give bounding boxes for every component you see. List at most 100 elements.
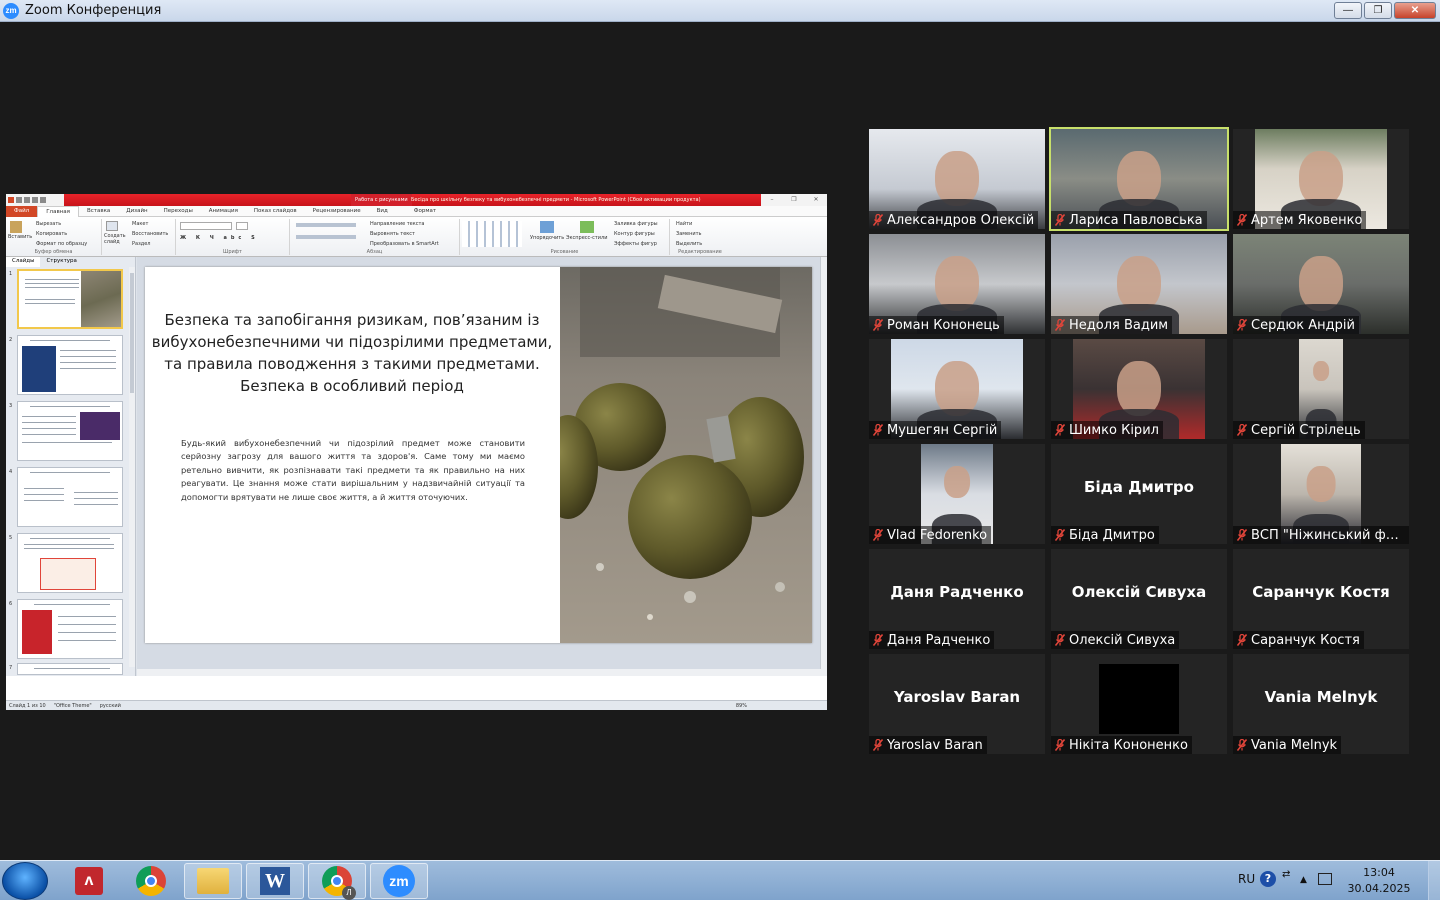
slide-horizontal-scrollbar[interactable] (137, 669, 827, 676)
tab-outline[interactable]: Структура (40, 257, 82, 267)
slide-thumbnail[interactable] (17, 599, 123, 659)
muted-mic-icon (1237, 424, 1247, 436)
show-desktop-button[interactable] (1428, 861, 1440, 900)
participant-tile[interactable]: Артем Яковенко (1233, 129, 1409, 229)
participant-name: Недоля Вадим (1069, 317, 1169, 333)
show-hidden-icons-icon[interactable]: ▲ (1300, 875, 1307, 885)
find-button[interactable]: Найти (676, 221, 692, 227)
grenades-photo[interactable] (560, 267, 812, 643)
tab-design[interactable]: Дизайн (118, 208, 155, 214)
current-slide[interactable]: Безпека та запобігання ризикам, пов’язан… (145, 267, 812, 643)
tab-transitions[interactable]: Переходы (156, 208, 201, 214)
muted-mic-icon (873, 424, 883, 436)
participant-tile[interactable]: Нікіта Кононенко (1051, 654, 1227, 754)
align-text-button[interactable]: Выровнять текст (370, 231, 415, 237)
ppt-close-button[interactable]: ✕ (805, 194, 827, 206)
start-button[interactable] (2, 862, 48, 900)
participant-tile[interactable]: Даня Радченко Даня Радченко (869, 549, 1045, 649)
slide-thumbnail[interactable] (17, 663, 123, 675)
cut-button[interactable]: Вырезать (36, 221, 61, 227)
participant-tile[interactable]: Біда Дмитро Біда Дмитро (1051, 444, 1227, 544)
ppt-maximize-button[interactable]: ❐ (783, 194, 805, 206)
new-slide-button[interactable]: Создать слайд (104, 233, 126, 245)
participant-tile[interactable]: Сердюк Андрій (1233, 234, 1409, 334)
chrome-icon[interactable] (122, 863, 180, 899)
acrobat-icon[interactable]: ᴧ (60, 863, 118, 899)
replace-button[interactable]: Заменить (676, 231, 702, 237)
smartart-button[interactable]: Преобразовать в SmartArt (370, 241, 439, 247)
tab-home[interactable]: Главная (37, 205, 79, 217)
clock[interactable]: 13:04 30.04.2025 (1344, 865, 1414, 897)
chrome-profile-icon[interactable]: Л (308, 863, 366, 900)
minimize-button[interactable]: — (1334, 2, 1362, 19)
maximize-button[interactable]: ❐ (1364, 2, 1392, 19)
shape-fill-button[interactable]: Заливка фигуры (614, 221, 658, 227)
tab-view[interactable]: Вид (369, 208, 396, 214)
tab-format[interactable]: Формат (406, 208, 444, 214)
participant-tile[interactable]: Саранчук Костя Саранчук Костя (1233, 549, 1409, 649)
tab-animations[interactable]: Анимация (201, 208, 246, 214)
participant-tile[interactable]: Олексій Сивуха Олексій Сивуха (1051, 549, 1227, 649)
shape-effects-button[interactable]: Эффекты фигур (614, 241, 657, 247)
select-button[interactable]: Выделить (676, 241, 702, 247)
text-direction-button[interactable]: Направление текста (370, 221, 424, 227)
network-icon[interactable]: ⇄ (1282, 869, 1290, 880)
slide-thumbnail[interactable] (17, 401, 123, 461)
slide-title[interactable]: Безпека та запобігання ризикам, пов’язан… (147, 309, 557, 397)
copy-button[interactable]: Копировать (36, 231, 67, 237)
tab-slideshow[interactable]: Показ слайдов (246, 208, 305, 214)
participant-name: Олексій Сивуха (1069, 632, 1176, 648)
participant-name: Саранчук Костя (1251, 632, 1360, 648)
participant-tile[interactable]: Недоля Вадим (1051, 234, 1227, 334)
slide-thumbnail[interactable] (17, 335, 123, 395)
ppt-minimize-button[interactable]: – (761, 194, 783, 206)
paragraph-group: Направление текста Выровнять текст Преоб… (290, 219, 460, 255)
close-button[interactable]: ✕ (1394, 2, 1436, 19)
participant-tile[interactable]: ВСП "Ніжинський фахов... (1233, 444, 1409, 544)
layout-button[interactable]: Макет (132, 221, 148, 227)
tab-file[interactable]: Файл (6, 205, 38, 217)
participant-tile[interactable]: Шимко Кірил (1051, 339, 1227, 439)
section-button[interactable]: Раздел (132, 241, 150, 247)
quick-styles-button[interactable]: Экспресс-стили (566, 235, 607, 241)
muted-mic-icon (1237, 634, 1247, 646)
participant-tile[interactable]: Роман Кононець (869, 234, 1045, 334)
format-painter-button[interactable]: Формат по образцу (36, 241, 87, 247)
tab-insert[interactable]: Вставка (79, 208, 118, 214)
thumbnail-number: 1 (9, 271, 13, 277)
thumbnail-scrollbar[interactable] (129, 267, 135, 667)
participant-tile[interactable]: Александров Олексій (869, 129, 1045, 229)
shared-screen[interactable]: Работа с рисунками Бесіда про шкільну бе… (6, 194, 827, 710)
font-group-label: Шрифт (223, 249, 242, 255)
participant-tile[interactable]: Лариса Павловська (1049, 127, 1229, 231)
slide-thumbnail[interactable] (17, 269, 123, 329)
participant-name: Vlad Fedorenko (887, 527, 988, 543)
slide-vertical-scrollbar[interactable] (820, 257, 827, 669)
participant-tile[interactable]: Мушегян Сергій (869, 339, 1045, 439)
muted-mic-icon (1237, 319, 1247, 331)
reset-button[interactable]: Восстановить (132, 231, 168, 237)
slide-thumbnail[interactable] (17, 533, 123, 593)
tab-slides[interactable]: Слайды (6, 257, 41, 267)
paste-button[interactable]: Вставить (8, 234, 32, 240)
slide-body-text[interactable]: Будь-який вибухонебезпечний чи підозріли… (181, 437, 525, 504)
quick-access-toolbar[interactable] (6, 194, 64, 206)
slide-thumbnail[interactable] (17, 467, 123, 527)
arrange-button[interactable]: Упорядочить (530, 235, 564, 241)
participant-tile[interactable]: Yaroslav Baran Yaroslav Baran (869, 654, 1045, 754)
shape-outline-button[interactable]: Контур фигуры (614, 231, 655, 237)
word-icon[interactable]: W (246, 863, 304, 899)
action-center-icon[interactable] (1318, 873, 1332, 885)
language-indicator[interactable]: RU (1238, 872, 1255, 886)
help-icon[interactable]: ? (1260, 871, 1276, 887)
tab-review[interactable]: Рецензирование (305, 208, 369, 214)
participant-tile[interactable]: Сергій Стрілець (1233, 339, 1409, 439)
participant-tile[interactable]: Vania Melnyk Vania Melnyk (1233, 654, 1409, 754)
participant-name: Даня Радченко (887, 632, 991, 648)
explorer-icon[interactable] (184, 863, 242, 899)
participant-nametag: Артем Яковенко (1233, 211, 1367, 229)
zoom-icon[interactable]: zm (370, 863, 428, 899)
zoom-level[interactable]: 89% (736, 703, 747, 709)
thumbnail-number: 4 (9, 469, 13, 475)
participant-tile[interactable]: Vlad Fedorenko (869, 444, 1045, 544)
